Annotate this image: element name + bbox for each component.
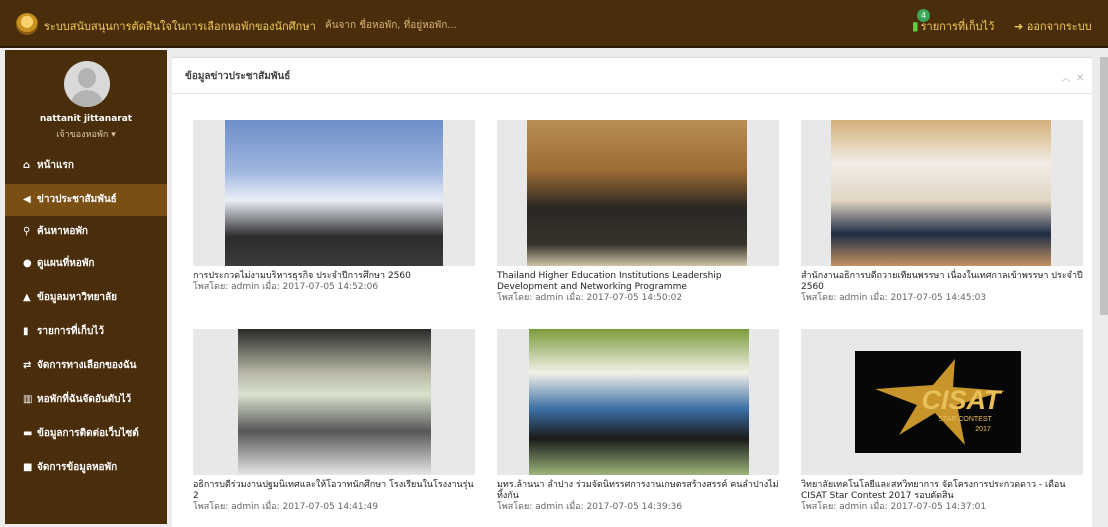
- saved-list-label: รายการที่เก็บไว้: [920, 20, 995, 33]
- news-thumbnail[interactable]: [497, 329, 779, 475]
- cisat-logo-text: CISAT: [922, 385, 1004, 415]
- news-photo: [238, 329, 431, 475]
- bar-chart-icon: ▥: [23, 394, 33, 405]
- app-title[interactable]: ระบบสนับสนุนการตัดสินใจในการเลือกหอพักขอ…: [44, 17, 316, 35]
- sidebar-item-4[interactable]: ● ดูแผนที่หอพัก: [5, 248, 167, 280]
- home-icon: ⌂: [23, 160, 31, 171]
- logout-label: ออกจากระบบ: [1026, 20, 1092, 33]
- news-caption[interactable]: การประกวดไม่งามบริหารธุรกิจ ประจำปีการศึ…: [193, 271, 475, 282]
- sidebar-item-8[interactable]: ▥ หอพักที่ฉันจัดอันดับไว้: [5, 384, 167, 416]
- sidebar-item-label: หอพักที่ฉันจัดอันดับไว้: [37, 394, 132, 405]
- news-panel: ข้อมูลข่าวประชาสัมพันธ์ ︿ ✕ การประกวดไม่ง…: [172, 57, 1092, 527]
- user-role-label: เจ้าของหอพัก: [56, 130, 109, 140]
- avatar: [64, 61, 110, 107]
- news-photo: [527, 120, 747, 266]
- sidebar-item-label: จัดการทางเลือกของฉัน: [37, 360, 137, 371]
- user-name: nattanit jittanarat: [39, 114, 133, 124]
- news-thumbnail[interactable]: [801, 120, 1083, 266]
- graduation-cap-icon: ▲: [23, 292, 31, 303]
- news-thumbnail[interactable]: [193, 120, 475, 266]
- exchange-icon: ⇄: [23, 360, 32, 371]
- panel-header: ข้อมูลข่าวประชาสัมพันธ์ ︿ ✕: [172, 58, 1092, 94]
- top-navbar: ระบบสนับสนุนการตัดสินใจในการเลือกหอพักขอ…: [0, 0, 1108, 48]
- sidebar-item-2[interactable]: ◀ ข่าวประชาสัมพันธ์: [5, 184, 167, 216]
- saved-list-link[interactable]: ▮ รายการที่เก็บไว้: [912, 17, 994, 35]
- sidebar-item-7[interactable]: ⇄ จัดการทางเลือกของฉัน: [5, 350, 167, 382]
- cisat-logo-sub: STAR CONTEST: [938, 416, 992, 423]
- sidebar-item-label: ค้นหาหอพัก: [37, 226, 88, 237]
- news-photo: [225, 120, 443, 266]
- sidebar-item-6[interactable]: ▮ รายการที่เก็บไว้: [5, 316, 167, 348]
- bookmark-icon: ▮: [23, 326, 29, 337]
- news-thumbnail[interactable]: CISAT STAR CONTEST 2017: [801, 329, 1083, 475]
- news-caption[interactable]: สำนักงานอธิการบดีถวายเทียนพรรษา เนื่องใน…: [801, 271, 1083, 293]
- sidebar-item-label: จัดการข้อมูลหอพัก: [37, 462, 118, 473]
- sidebar-item-3[interactable]: ⚲ ค้นหาหอพัก: [5, 216, 167, 248]
- news-caption[interactable]: อธิการบดีร่วมงานปฐมนิเทศและให้โอวาทนักศึ…: [193, 480, 475, 502]
- megaphone-icon: ◀: [23, 194, 31, 205]
- sidebar-item-label: รายการที่เก็บไว้: [37, 326, 104, 337]
- map-marker-icon: ●: [23, 258, 32, 269]
- sidebar-item-5[interactable]: ▲ ข้อมูลมหาวิทยาลัย: [5, 282, 167, 314]
- news-meta: โพสโดย: admin เมื่อ: 2017-07-05 14:50:02: [497, 293, 683, 303]
- sidebar-item-label: ข้อมูลมหาวิทยาลัย: [37, 292, 118, 303]
- bookmark-icon: ▮: [912, 19, 919, 33]
- university-logo-icon[interactable]: [16, 13, 38, 35]
- close-icon[interactable]: ✕: [1076, 73, 1084, 84]
- logout-link[interactable]: ➜ ออกจากระบบ: [1014, 17, 1092, 35]
- news-photo: [529, 329, 749, 475]
- sidebar-item-1[interactable]: ⌂ หน้าแรก: [5, 150, 167, 182]
- news-thumbnail[interactable]: [193, 329, 475, 475]
- news-thumbnail[interactable]: [497, 120, 779, 266]
- search-icon: ⚲: [23, 226, 31, 237]
- sidebar: nattanit jittanarat เจ้าของหอพัก ▾ ⌂ หน้า…: [5, 50, 167, 524]
- news-meta: โพสโดย: admin เมื่อ: 2017-07-05 14:37:01: [801, 502, 987, 512]
- sidebar-item-label: ข่าวประชาสัมพันธ์: [37, 194, 117, 205]
- sidebar-item-label: หน้าแรก: [37, 160, 74, 171]
- user-role-dropdown[interactable]: เจ้าของหอพัก ▾: [5, 127, 167, 141]
- cisat-logo-year: 2017: [975, 426, 991, 433]
- news-meta: โพสโดย: admin เมื่อ: 2017-07-05 14:52:06: [193, 282, 379, 292]
- news-caption[interactable]: วิทยาลัยเทคโนโลยีและสหวิทยาการ จัดโครงกา…: [801, 480, 1083, 502]
- sidebar-item-label: ดูแผนที่หอพัก: [37, 258, 95, 269]
- caret-down-icon: ▾: [111, 130, 116, 140]
- news-photo: [831, 120, 1051, 266]
- news-meta: โพสโดย: admin เมื่อ: 2017-07-05 14:45:03: [801, 293, 987, 303]
- news-caption[interactable]: Thailand Higher Education Institutions L…: [497, 271, 779, 293]
- news-meta: โพสโดย: admin เมื่อ: 2017-07-05 14:41:49: [193, 502, 379, 512]
- chevron-up-icon[interactable]: ︿: [1061, 73, 1071, 84]
- news-meta: โพสโดย: admin เมื่อ: 2017-07-05 14:39:36: [497, 502, 683, 512]
- sidebar-item-label: ข้อมูลการติดต่อเว็บไซต์: [37, 428, 139, 439]
- comment-icon: ▬: [23, 428, 33, 439]
- search-input[interactable]: ค้นจาก ชื่อหอพัก, ที่อยู่หอพัก...: [325, 18, 457, 33]
- news-photo: CISAT STAR CONTEST 2017: [855, 351, 1021, 453]
- sign-out-icon: ➜: [1014, 20, 1024, 33]
- news-caption[interactable]: มทร.ล้านนา ลำปาง ร่วมจัดนิทรรศการงานเกษต…: [497, 480, 779, 502]
- sidebar-item-9[interactable]: ▬ ข้อมูลการติดต่อเว็บไซต์: [5, 418, 167, 450]
- scrollbar[interactable]: [1100, 57, 1108, 315]
- panel-title: ข้อมูลข่าวประชาสัมพันธ์: [185, 71, 291, 82]
- sidebar-item-10[interactable]: ■ จัดการข้อมูลหอพัก: [5, 452, 167, 484]
- square-icon: ■: [23, 462, 33, 473]
